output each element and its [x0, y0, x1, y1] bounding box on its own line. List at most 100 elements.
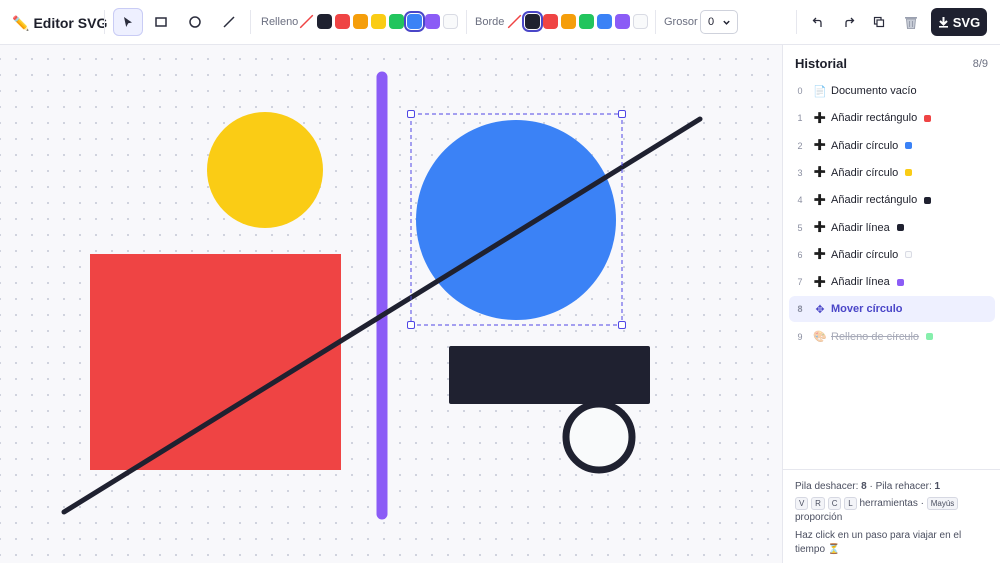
undo-button[interactable] — [806, 10, 830, 34]
stroke-width-value: 0 — [708, 16, 715, 28]
color-dot — [896, 278, 904, 286]
hourglass-icon: ⏳ — [827, 544, 841, 555]
stroke-width-select[interactable]: 0 — [700, 10, 738, 34]
resize-handle[interactable] — [407, 110, 415, 118]
history-item[interactable]: 5 ➕ Añadir línea — [789, 215, 995, 241]
plus-icon: ➕ — [813, 140, 827, 152]
toolbar: ✏️ Editor SVG Relleno Borde Grosor 0 SVG — [0, 0, 1000, 45]
history-step-number: 8 — [797, 304, 803, 315]
key-l: L — [844, 497, 857, 510]
white-circle[interactable] — [562, 400, 636, 474]
color-dot — [905, 251, 913, 259]
history-label: Relleno de círculo — [831, 330, 920, 343]
export-svg-button[interactable]: SVG — [931, 8, 987, 36]
rectangle-icon — [155, 17, 167, 27]
undo-stack-value: 8 — [861, 481, 867, 492]
history-label: Añadir círculo — [831, 139, 899, 152]
dark-rectangle[interactable] — [449, 346, 650, 404]
stroke-swatch[interactable] — [561, 14, 576, 29]
undo-icon — [812, 17, 822, 27]
resize-handle[interactable] — [407, 321, 415, 329]
redo-stack-value: 1 — [934, 481, 941, 492]
divider — [655, 10, 656, 34]
fill-swatch[interactable] — [443, 14, 458, 29]
redo-button[interactable] — [837, 10, 861, 34]
duplicate-button[interactable] — [867, 10, 891, 34]
stroke-swatch[interactable] — [597, 14, 612, 29]
cursor-icon — [124, 17, 132, 27]
stroke-swatch-none[interactable] — [507, 14, 522, 29]
app-title: ✏️ Editor SVG — [12, 12, 107, 34]
history-label: Añadir rectángulo — [831, 112, 918, 125]
resize-handle[interactable] — [618, 110, 626, 118]
hint-text: Haz click en un paso para viajar en el t… — [795, 530, 962, 555]
history-item[interactable]: 6 ➕ Añadir círculo — [789, 242, 995, 268]
color-dot — [926, 333, 934, 341]
select-tool-button[interactable] — [113, 8, 143, 36]
history-label: Añadir círculo — [831, 248, 899, 261]
divider — [104, 10, 105, 34]
fill-swatch[interactable] — [317, 14, 332, 29]
blue-circle[interactable] — [416, 120, 616, 320]
divider — [466, 10, 467, 34]
chevron-down-icon — [723, 20, 730, 25]
history-step-number: 2 — [797, 140, 803, 151]
history-item[interactable]: 7 ➕ Añadir línea — [789, 269, 995, 295]
history-item[interactable]: 8 ✥ Mover círculo — [789, 296, 995, 323]
divider — [250, 10, 251, 34]
plus-icon: ➕ — [813, 276, 827, 288]
history-step-number: 7 — [797, 277, 803, 288]
fill-swatch[interactable] — [335, 14, 350, 29]
stroke-swatch[interactable] — [633, 14, 648, 29]
history-item[interactable]: 1 ➕ Añadir rectángulo — [789, 105, 995, 131]
history-item[interactable]: 9 🎨 Relleno de círculo — [789, 324, 995, 350]
key-shift: Mayús — [926, 497, 959, 510]
redo-icon — [845, 17, 855, 27]
history-item[interactable]: 2 ➕ Añadir círculo — [789, 133, 995, 159]
stroke-swatch[interactable] — [522, 11, 543, 32]
duplicate-icon — [873, 16, 885, 28]
yellow-circle[interactable] — [207, 112, 323, 228]
history-panel: Historial 8/9 0 📄 Documento vacío 1 ➕ Añadir … — [782, 45, 1000, 563]
history-item[interactable]: 0 📄 Documento vacío — [789, 78, 995, 104]
history-step-number: 4 — [797, 195, 803, 206]
circle-tool-button[interactable] — [180, 8, 210, 36]
document-icon: 📄 — [813, 85, 827, 98]
line-icon — [223, 16, 235, 28]
history-footer: Pila deshacer: 8 · Pila rehacer: 1 V R C… — [783, 469, 1000, 563]
key-r: R — [811, 497, 825, 510]
delete-button[interactable] — [899, 10, 923, 34]
fill-swatch-none[interactable] — [299, 14, 314, 29]
stroke-swatch[interactable] — [615, 14, 630, 29]
fill-swatch[interactable] — [353, 14, 368, 29]
color-dot — [896, 224, 904, 231]
move-icon: ✥ — [815, 303, 825, 316]
rectangle-tool-button[interactable] — [146, 8, 176, 36]
history-item[interactable]: 3 ➕ Añadir círculo — [789, 160, 995, 186]
no-color-icon — [299, 14, 314, 29]
history-label: Añadir círculo — [831, 166, 899, 179]
palette-icon: 🎨 — [813, 331, 827, 344]
stroke-swatch[interactable] — [543, 14, 558, 29]
plus-icon: ➕ — [813, 167, 827, 179]
time-travel-hint: Haz click en un paso para viajar en el t… — [795, 529, 989, 557]
shortcut-info: V R C L herramientas · Mayús proporción — [795, 497, 989, 525]
plus-icon: ➕ — [813, 222, 827, 233]
resize-handle[interactable] — [618, 321, 626, 329]
trash-icon — [905, 17, 917, 29]
line-tool-button[interactable] — [214, 8, 244, 36]
width-label: Grosor — [664, 16, 698, 28]
fill-swatch[interactable] — [404, 11, 425, 32]
fill-swatch[interactable] — [425, 14, 440, 29]
app-title-text: Editor SVG — [33, 15, 108, 31]
fill-swatch[interactable] — [389, 14, 404, 29]
pencil-icon: ✏️ — [12, 14, 30, 31]
download-icon — [938, 17, 948, 28]
plus-icon: ➕ — [813, 249, 827, 261]
stroke-swatch[interactable] — [579, 14, 594, 29]
export-label: SVG — [952, 14, 981, 30]
fill-swatch[interactable] — [371, 14, 386, 29]
drawing-canvas[interactable] — [0, 45, 782, 563]
color-dot — [924, 114, 932, 122]
history-item[interactable]: 4 ➕ Añadir rectángulo — [789, 187, 995, 213]
